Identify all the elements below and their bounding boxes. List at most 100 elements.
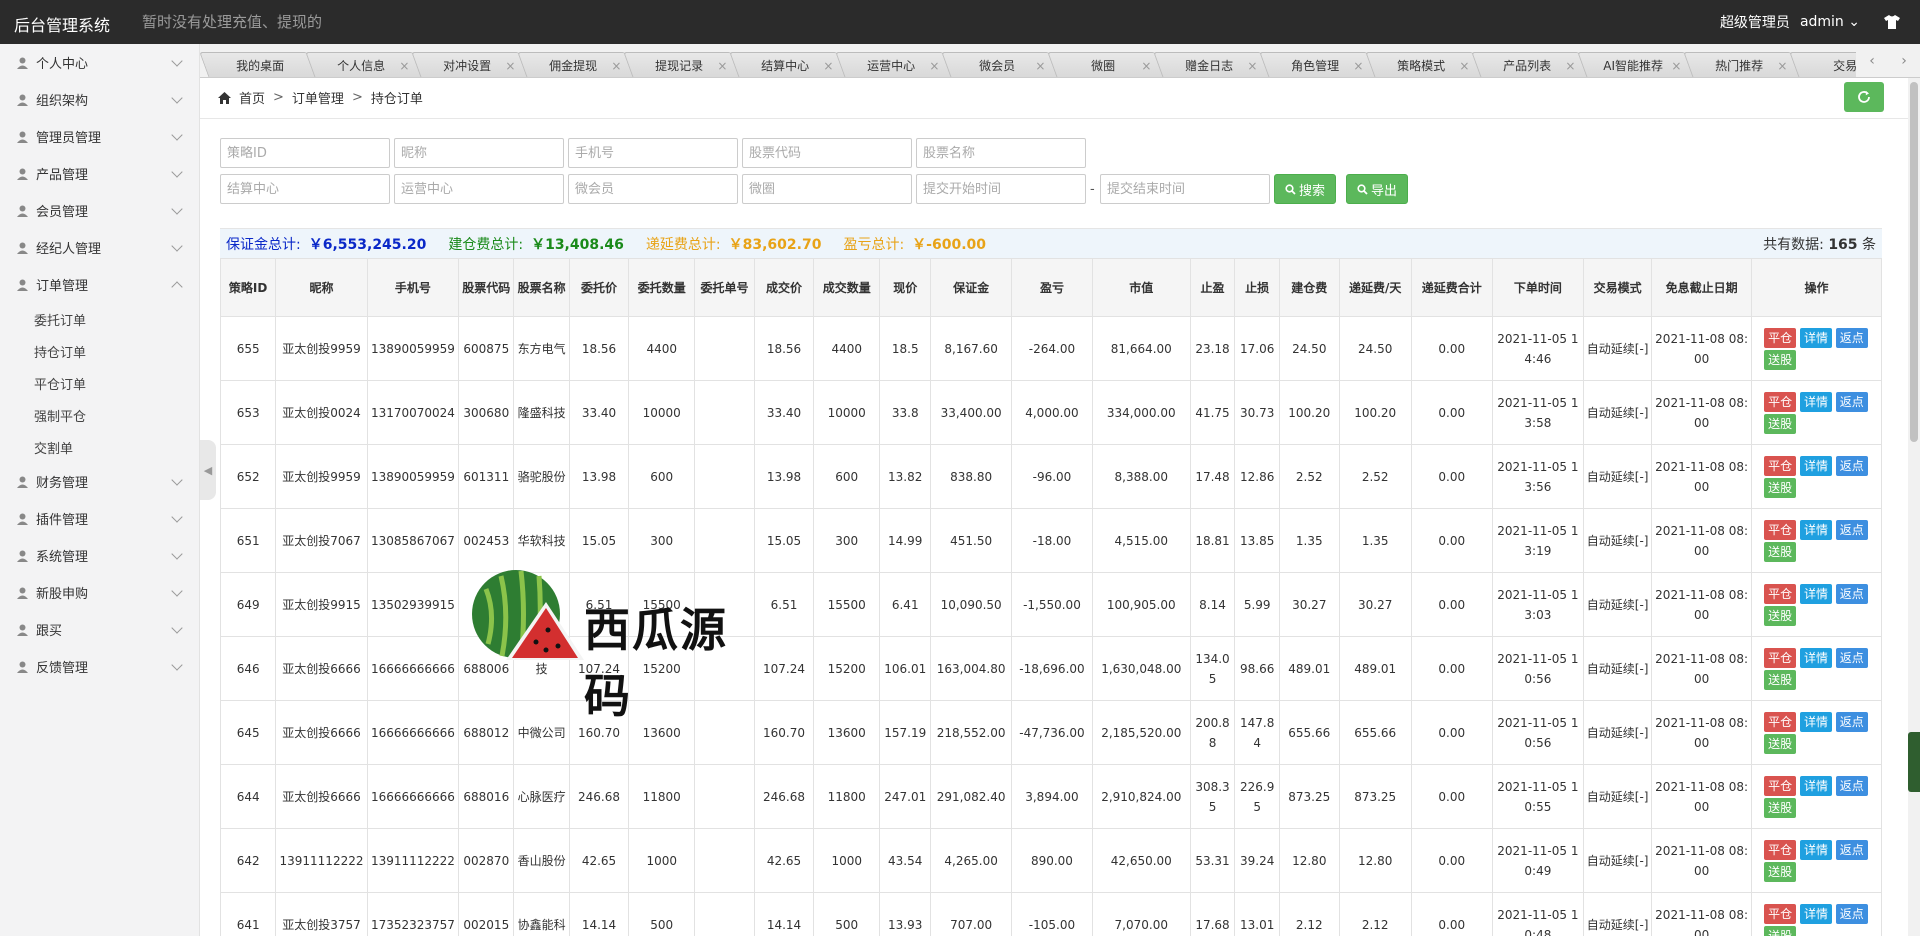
sidebar-item[interactable]: 系统管理 [0,537,199,574]
close-icon[interactable]: × [505,59,515,73]
tab[interactable]: 赠金日志 × [1153,52,1271,77]
close-icon[interactable]: × [1671,59,1681,73]
close-icon[interactable]: × [717,59,727,73]
filter-strategy-id[interactable] [220,138,390,168]
detail-button[interactable]: 详情 [1799,903,1832,924]
rebate-button[interactable]: 返点 [1835,839,1868,860]
sidebar-item[interactable]: 组织架构 [0,81,199,118]
rebate-button[interactable]: 返点 [1835,519,1868,540]
close-position-button[interactable]: 平仓 [1764,903,1797,924]
rebate-button[interactable]: 返点 [1835,327,1868,348]
detail-button[interactable]: 详情 [1799,839,1832,860]
close-position-button[interactable]: 平仓 [1764,519,1797,540]
detail-button[interactable]: 详情 [1799,519,1832,540]
close-position-button[interactable]: 平仓 [1764,583,1797,604]
export-button[interactable]: 导出 [1346,174,1409,204]
close-position-button[interactable]: 平仓 [1764,839,1797,860]
filter-end-time[interactable] [1100,174,1270,204]
close-icon[interactable]: × [1777,59,1787,73]
detail-button[interactable]: 详情 [1799,455,1832,476]
tab[interactable]: AI智能推荐 × [1577,52,1695,77]
sidebar-subitem[interactable]: 平仓订单 [0,367,199,399]
close-icon[interactable]: × [1141,59,1151,73]
sidebar-item[interactable]: 订单管理 [0,266,199,303]
tab[interactable]: 微会员 × [941,52,1059,77]
detail-button[interactable]: 详情 [1799,583,1832,604]
tab[interactable]: 微圈 × [1047,52,1165,77]
search-button[interactable]: 搜索 [1274,174,1337,204]
close-position-button[interactable]: 平仓 [1764,647,1797,668]
user-menu[interactable]: admin ⌄ [1800,14,1860,30]
close-position-button[interactable]: 平仓 [1764,455,1797,476]
gift-shares-button[interactable]: 送股 [1764,797,1797,818]
gift-shares-button[interactable]: 送股 [1764,349,1797,370]
sidebar-subitem[interactable]: 交割单 [0,431,199,463]
tab-next-icon[interactable]: › [1901,53,1907,69]
gift-shares-button[interactable]: 送股 [1764,925,1797,936]
close-icon[interactable]: × [1353,59,1363,73]
gift-shares-button[interactable]: 送股 [1764,861,1797,882]
tab[interactable]: 角色管理 × [1259,52,1377,77]
close-icon[interactable]: × [611,59,621,73]
gift-shares-button[interactable]: 送股 [1764,413,1797,434]
tab[interactable]: 结算中心 × [729,52,847,77]
gift-shares-button[interactable]: 送股 [1764,605,1797,626]
tab[interactable]: 佣金提现 × [517,52,635,77]
close-position-button[interactable]: 平仓 [1764,391,1797,412]
rebate-button[interactable]: 返点 [1835,583,1868,604]
filter-micro-member[interactable] [568,174,738,204]
close-icon[interactable]: × [1565,59,1575,73]
close-icon[interactable]: × [823,59,833,73]
close-icon[interactable]: × [399,59,409,73]
rebate-button[interactable]: 返点 [1835,903,1868,924]
close-icon[interactable]: × [1247,59,1257,73]
side-widget-handle[interactable] [1908,732,1920,792]
filter-operation-center[interactable] [394,174,564,204]
rebate-button[interactable]: 返点 [1835,391,1868,412]
tab[interactable]: 我的桌面× [200,52,317,77]
tab[interactable]: 个人信息 × [305,52,423,77]
sidebar-item[interactable]: 产品管理 [0,155,199,192]
rebate-button[interactable]: 返点 [1835,455,1868,476]
filter-phone[interactable] [568,138,738,168]
shirt-icon[interactable] [1884,15,1900,29]
sidebar-item[interactable]: 插件管理 [0,500,199,537]
scrollbar-thumb[interactable] [1910,82,1918,442]
breadcrumb-home[interactable]: 首页 [239,88,265,107]
sidebar-item[interactable]: 新股申购 [0,574,199,611]
filter-settlement-center[interactable] [220,174,390,204]
detail-button[interactable]: 详情 [1799,711,1832,732]
rebate-button[interactable]: 返点 [1835,711,1868,732]
gift-shares-button[interactable]: 送股 [1764,477,1797,498]
sidebar-item[interactable]: 管理员管理 [0,118,199,155]
filter-stock-name[interactable] [916,138,1086,168]
gift-shares-button[interactable]: 送股 [1764,669,1797,690]
detail-button[interactable]: 详情 [1799,391,1832,412]
sidebar-item[interactable]: 财务管理 [0,463,199,500]
sidebar-subitem[interactable]: 强制平仓 [0,399,199,431]
close-position-button[interactable]: 平仓 [1764,775,1797,796]
filter-start-time[interactable] [916,174,1086,204]
refresh-button[interactable] [1844,82,1884,112]
filter-stock-code[interactable] [742,138,912,168]
tab[interactable]: 提现记录 × [623,52,741,77]
breadcrumb-orders[interactable]: 订单管理 [292,88,344,107]
sidebar-item[interactable]: 经纪人管理 [0,229,199,266]
detail-button[interactable]: 详情 [1799,647,1832,668]
close-icon[interactable]: × [929,59,939,73]
rebate-button[interactable]: 返点 [1835,775,1868,796]
tab[interactable]: 产品列表 × [1471,52,1589,77]
sidebar-item[interactable]: 跟买 [0,611,199,648]
filter-micro-circle[interactable] [742,174,912,204]
close-position-button[interactable]: 平仓 [1764,711,1797,732]
sidebar-item[interactable]: 反馈管理 [0,648,199,685]
sidebar-item[interactable]: 会员管理 [0,192,199,229]
detail-button[interactable]: 详情 [1799,327,1832,348]
gift-shares-button[interactable]: 送股 [1764,541,1797,562]
rebate-button[interactable]: 返点 [1835,647,1868,668]
tab[interactable]: 热门推荐 × [1683,52,1801,77]
sidebar-collapse-handle[interactable]: ◀ [200,440,216,500]
close-icon[interactable]: × [1459,59,1469,73]
detail-button[interactable]: 详情 [1799,775,1832,796]
tab[interactable]: 策略模式 × [1365,52,1483,77]
